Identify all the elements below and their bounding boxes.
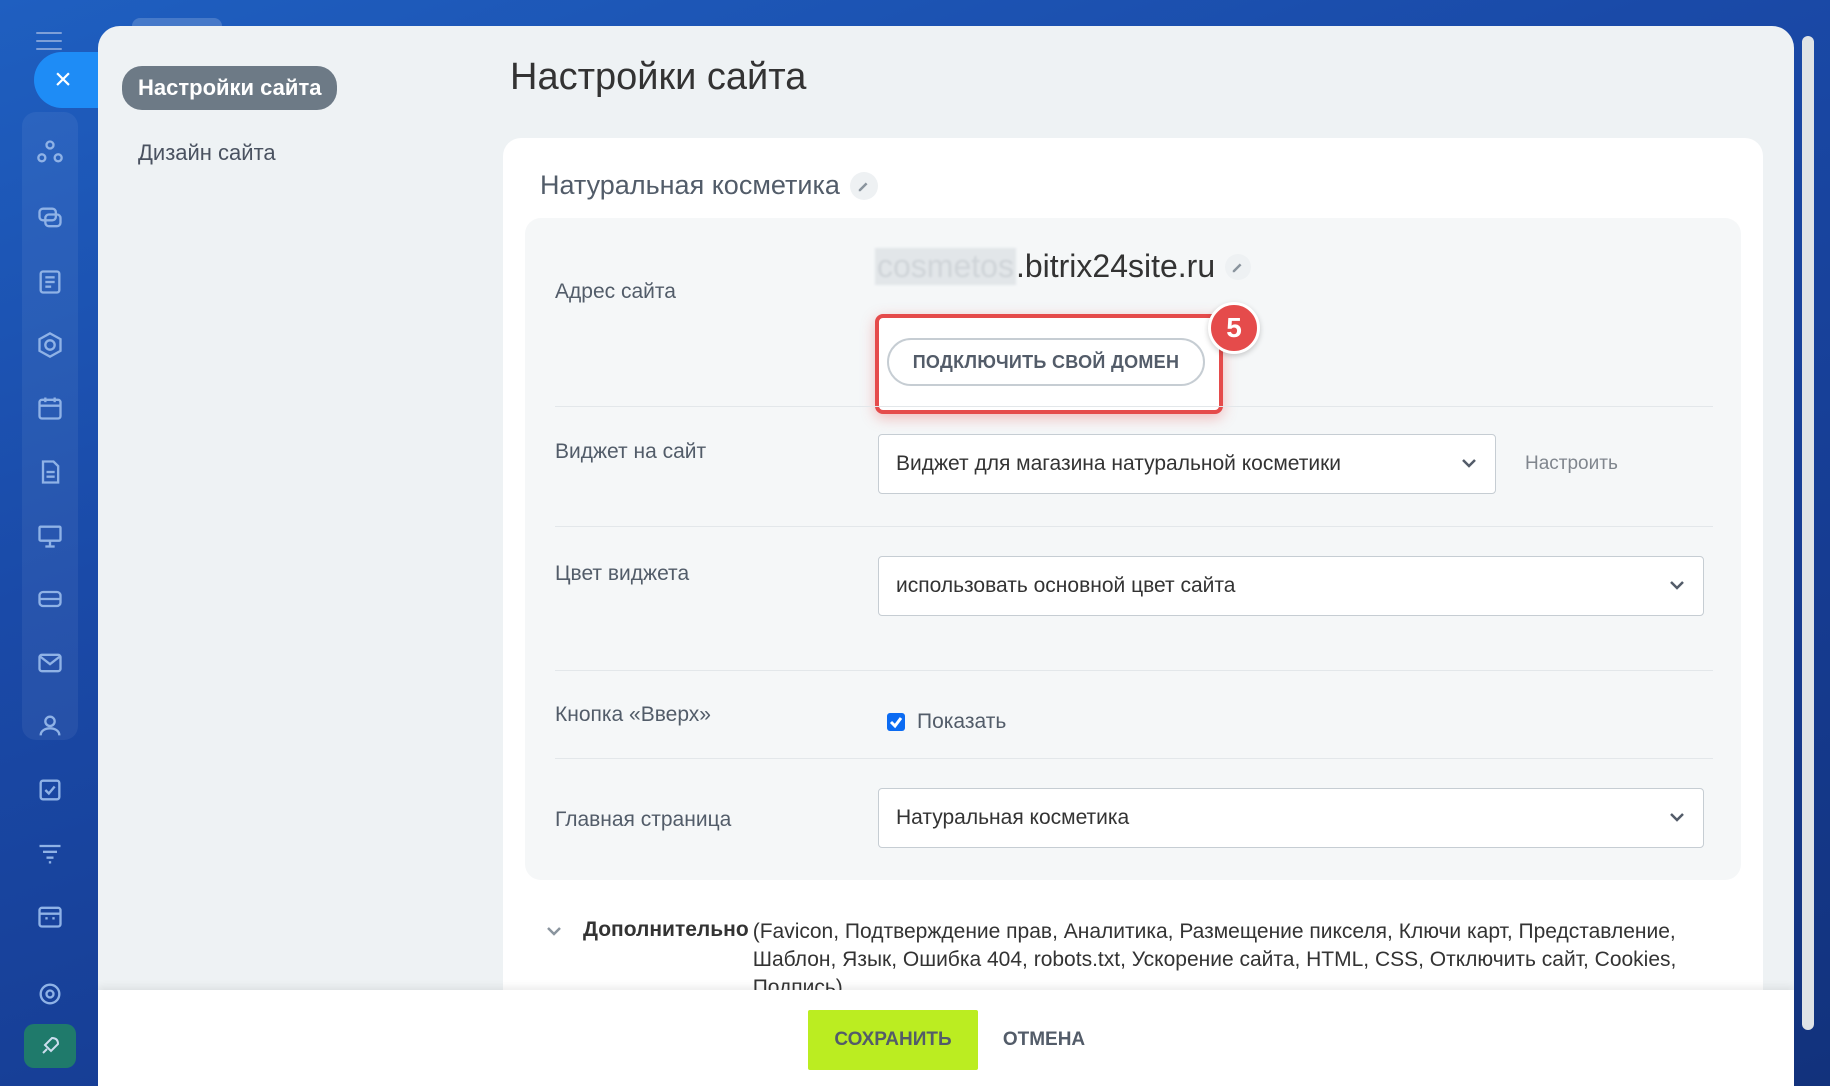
divider: [555, 526, 1713, 527]
settings-form: Адрес сайта cosmetos .bitrix24site.ru ПО…: [525, 218, 1741, 880]
edit-name-pencil-icon[interactable]: [849, 171, 878, 200]
checklist-icon[interactable]: [30, 770, 70, 810]
site-name: Натуральная косметика: [540, 170, 840, 200]
settings-card: Натуральная косметика Адрес сайта cosmet…: [503, 138, 1763, 1086]
address-blurred: cosmetos: [875, 248, 1016, 285]
settings-icon[interactable]: [30, 974, 70, 1014]
main-page-value: Натуральная косметика: [896, 806, 1130, 829]
main-page-label: Главная страница: [555, 808, 732, 831]
rocket-icon[interactable]: [24, 1024, 76, 1068]
settings-slider-panel: Настройки сайта Дизайн сайта Настройки с…: [98, 26, 1794, 1086]
nav-item-site-settings[interactable]: Настройки сайта: [122, 66, 338, 110]
cancel-button[interactable]: ОТМЕНА: [994, 1010, 1094, 1070]
divider: [555, 406, 1713, 407]
calendar-icon[interactable]: [30, 388, 70, 428]
planner-icon[interactable]: [30, 896, 70, 936]
divider: [555, 758, 1713, 759]
site-name-row: Натуральная косметика: [540, 170, 878, 201]
chevron-down-icon: [1667, 807, 1687, 827]
tasks-hex-icon[interactable]: [30, 325, 70, 365]
scrollbar[interactable]: [1802, 36, 1814, 1030]
save-button[interactable]: СОХРАНИТЬ: [808, 1010, 978, 1070]
mail-icon[interactable]: [30, 643, 70, 683]
widget-label: Виджет на сайт: [555, 440, 707, 463]
widget-color-label: Цвет виджета: [555, 562, 690, 585]
address-domain: .bitrix24site.ru: [1015, 248, 1216, 284]
step-badge: 5: [1208, 302, 1260, 354]
main-page-select[interactable]: Натуральная косметика: [878, 788, 1704, 848]
up-button-checkbox-row[interactable]: Показать: [887, 710, 1006, 734]
menu-icon[interactable]: [36, 32, 62, 52]
chevron-down-icon: [1667, 575, 1687, 595]
connect-domain-button[interactable]: ПОДКЛЮЧИТЬ СВОЙ ДОМЕН: [887, 338, 1205, 386]
chevron-down-icon: [1459, 453, 1479, 473]
left-rail: ×: [0, 0, 98, 1086]
expand-chevron-icon[interactable]: [543, 920, 565, 942]
up-button-checkbox-label[interactable]: Показать: [917, 710, 1006, 734]
widget-color-value: использовать основной цвет сайта: [896, 574, 1236, 597]
document-icon[interactable]: [30, 452, 70, 492]
divider: [555, 670, 1713, 671]
widget-select-value: Виджет для магазина натуральной косметик…: [896, 452, 1342, 475]
close-slider-button[interactable]: ×: [34, 52, 98, 108]
address-label: Адрес сайта: [555, 280, 676, 303]
up-button-checkbox[interactable]: [887, 713, 905, 731]
chat-icon[interactable]: [30, 198, 70, 238]
bottom-action-bar: СОХРАНИТЬ ОТМЕНА: [98, 990, 1794, 1086]
site-address: cosmetos .bitrix24site.ru: [875, 248, 1252, 285]
presentation-icon[interactable]: [30, 516, 70, 556]
nav-item-site-design[interactable]: Дизайн сайта: [122, 140, 422, 166]
highlight-frame: ПОДКЛЮЧИТЬ СВОЙ ДОМЕН: [875, 314, 1223, 414]
side-nav: Настройки сайта Дизайн сайта: [122, 66, 422, 166]
page-title: Настройки сайта: [510, 56, 807, 98]
widget-color-select[interactable]: использовать основной цвет сайта: [878, 556, 1704, 616]
group-icon[interactable]: [30, 706, 70, 746]
feed-icon[interactable]: [30, 262, 70, 302]
widget-setup-link[interactable]: Настроить: [1525, 453, 1618, 475]
crm-icon[interactable]: [30, 132, 70, 172]
filter-icon[interactable]: [30, 833, 70, 873]
up-button-label: Кнопка «Вверх»: [555, 703, 711, 726]
card-icon[interactable]: [30, 579, 70, 619]
widget-select[interactable]: Виджет для магазина натуральной косметик…: [878, 434, 1496, 494]
edit-address-pencil-icon[interactable]: [1225, 253, 1252, 280]
